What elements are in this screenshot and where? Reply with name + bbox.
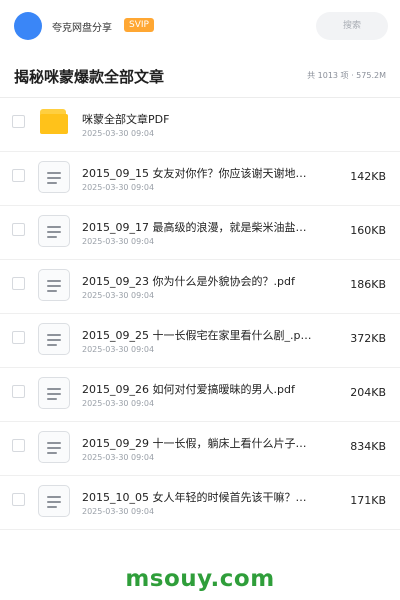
item-checkbox[interactable] <box>12 223 25 236</box>
file-date: 2025-03-30 09:04 <box>82 183 155 192</box>
document-icon <box>38 161 70 193</box>
file-name: 2015_09_17 最高级的浪漫，就是柴米油盐鸡毛… <box>82 221 314 234</box>
list-item[interactable]: 2015_09_26 如何对付爱搞暧昧的男人.pdf 2025-03-30 09… <box>0 368 400 422</box>
item-checkbox[interactable] <box>12 439 25 452</box>
file-date: 2025-03-30 09:04 <box>82 399 155 408</box>
file-name: 2015_09_15 女友对你作？你应该谢天谢地，别… <box>82 167 314 180</box>
file-name: 2015_09_23 你为什么是外貌协会的？.pdf <box>82 275 295 288</box>
file-date: 2025-03-30 09:04 <box>82 129 155 138</box>
list-item[interactable]: 2015_10_05 女人年轻的时候首先该干嘛？先… 2025-03-30 09… <box>0 476 400 530</box>
file-date: 2025-03-30 09:04 <box>82 291 155 300</box>
document-icon <box>38 431 70 463</box>
file-date: 2025-03-30 09:04 <box>82 453 155 462</box>
list-item[interactable]: 2015_09_17 最高级的浪漫，就是柴米油盐鸡毛… 2025-03-30 0… <box>0 206 400 260</box>
item-checkbox[interactable] <box>12 493 25 506</box>
app-name: 夸克网盘分享 <box>52 23 112 34</box>
avatar[interactable] <box>14 12 42 40</box>
file-size: 160KB <box>350 224 386 237</box>
file-size: 142KB <box>350 170 386 183</box>
file-date: 2025-03-30 09:04 <box>82 345 155 354</box>
svip-badge: SVIP <box>124 18 154 32</box>
list-item[interactable]: 咪蒙全部文章PDF 2025-03-30 09:04 <box>0 98 400 152</box>
file-date: 2025-03-30 09:04 <box>82 237 155 246</box>
list-item[interactable]: 2015_09_29 十一长假，躺床上看什么片子好… 2025-03-30 09… <box>0 422 400 476</box>
file-name: 咪蒙全部文章PDF <box>82 113 170 126</box>
item-checkbox[interactable] <box>12 331 25 344</box>
file-size: 171KB <box>350 494 386 507</box>
search-button[interactable]: 搜索 <box>316 12 388 40</box>
file-size: 834KB <box>350 440 386 453</box>
list-item[interactable]: 2015_09_15 女友对你作？你应该谢天谢地，别… 2025-03-30 0… <box>0 152 400 206</box>
item-checkbox[interactable] <box>12 115 25 128</box>
item-checkbox[interactable] <box>12 277 25 290</box>
folder-header: 揭秘咪蒙爆款全部文章 共 1013 项 · 575.2M <box>0 52 400 98</box>
top-bar: 夸克网盘分享 SVIP 搜索 <box>0 0 400 52</box>
file-name: 2015_09_25 十一长假宅在家里看什么剧_.pdf… <box>82 329 314 342</box>
item-checkbox[interactable] <box>12 385 25 398</box>
file-list: 咪蒙全部文章PDF 2025-03-30 09:04 2015_09_15 女友… <box>0 98 400 530</box>
document-icon <box>38 323 70 355</box>
folder-icon <box>38 107 70 139</box>
list-item[interactable]: 2015_09_23 你为什么是外貌协会的？.pdf 2025-03-30 09… <box>0 260 400 314</box>
document-icon <box>38 485 70 517</box>
item-checkbox[interactable] <box>12 169 25 182</box>
file-name: 2015_09_26 如何对付爱搞暧昧的男人.pdf <box>82 383 295 396</box>
file-size: 372KB <box>350 332 386 345</box>
file-name: 2015_09_29 十一长假，躺床上看什么片子好… <box>82 437 314 450</box>
file-size: 186KB <box>350 278 386 291</box>
folder-summary: 共 1013 项 · 575.2M <box>307 71 386 80</box>
file-name: 2015_10_05 女人年轻的时候首先该干嘛？先… <box>82 491 314 504</box>
file-date: 2025-03-30 09:04 <box>82 507 155 516</box>
document-icon <box>38 269 70 301</box>
list-item[interactable]: 2015_09_25 十一长假宅在家里看什么剧_.pdf… 2025-03-30… <box>0 314 400 368</box>
document-icon <box>38 377 70 409</box>
document-icon <box>38 215 70 247</box>
file-size: 204KB <box>350 386 386 399</box>
page-title: 揭秘咪蒙爆款全部文章 <box>14 68 165 86</box>
site-watermark: msouy.com <box>125 566 275 592</box>
